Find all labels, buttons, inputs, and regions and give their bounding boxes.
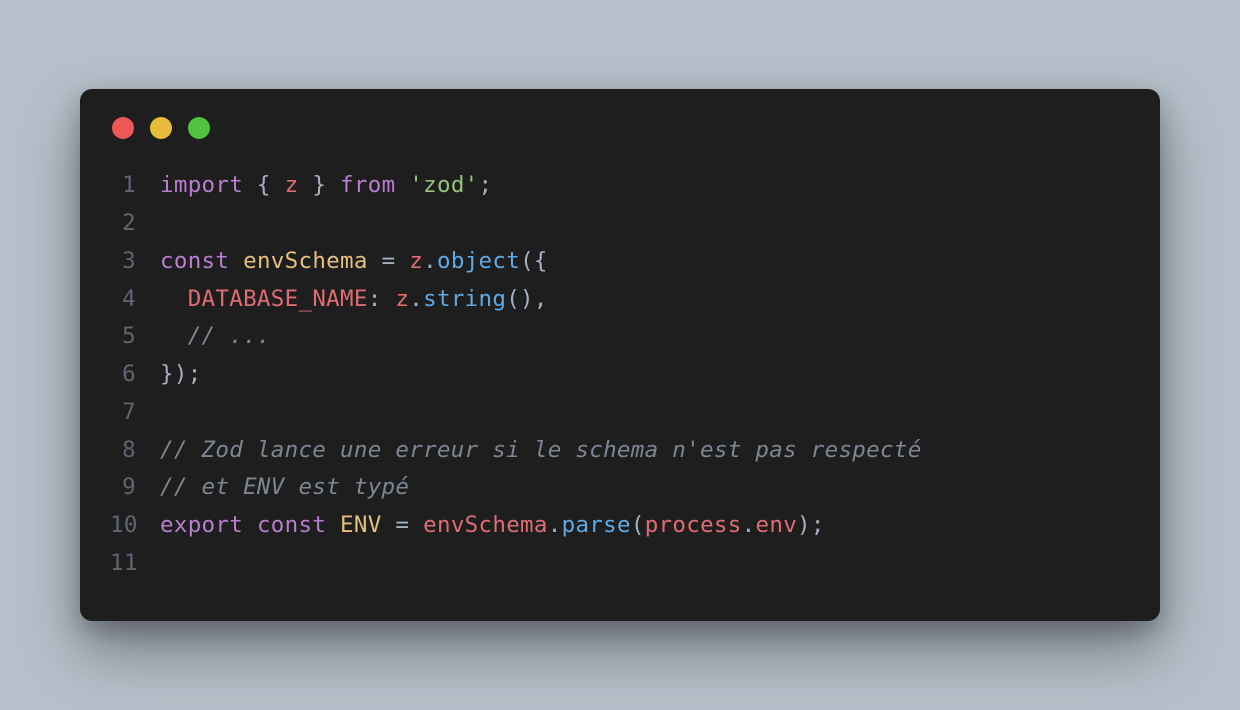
code-token: string [423,286,506,312]
code-content: // ... [160,318,271,356]
code-line: 11 [110,545,1130,583]
code-content: export const ENV = envSchema.parse(proce… [160,507,825,545]
code-token: process [645,512,742,538]
code-token: z [395,286,409,312]
code-token: parse [562,512,631,538]
code-token: z [409,248,423,274]
code-token [395,172,409,198]
code-editor-window: 1import { z } from 'zod';23const envSche… [80,89,1160,621]
code-token: . [409,286,423,312]
code-token: . [742,512,756,538]
line-number: 9 [110,469,160,507]
code-token: ( [631,512,645,538]
code-token: = [368,248,410,274]
code-token: . [423,248,437,274]
code-token: env [756,512,798,538]
code-line: 9// et ENV est typé [110,469,1130,507]
line-number: 4 [110,281,160,319]
code-content: DATABASE_NAME: z.string(), [160,281,548,319]
line-number: 3 [110,243,160,281]
code-token: const [160,248,229,274]
close-icon[interactable] [112,117,134,139]
code-token: z [285,172,299,198]
code-token: . [548,512,562,538]
line-number: 6 [110,356,160,394]
code-line: 2 [110,205,1130,243]
line-number: 5 [110,318,160,356]
line-number: 11 [110,545,160,583]
code-token: // et ENV est typé [160,474,409,500]
code-token: ); [797,512,825,538]
code-line: 8// Zod lance une erreur si le schema n'… [110,432,1130,470]
code-line: 5 // ... [110,318,1130,356]
minimize-icon[interactable] [150,117,172,139]
code-token: ; [479,172,493,198]
code-token: } [298,172,340,198]
code-content: import { z } from 'zod'; [160,167,492,205]
code-token: envSchema [423,512,548,538]
code-content: // Zod lance une erreur si le schema n'e… [160,432,922,470]
code-area[interactable]: 1import { z } from 'zod';23const envSche… [110,167,1130,583]
code-token: ({ [520,248,548,274]
code-token: envSchema [243,248,368,274]
code-token: 'zod' [409,172,478,198]
code-token: const [257,512,326,538]
line-number: 1 [110,167,160,205]
code-content: }); [160,356,202,394]
window-traffic-lights [110,117,1130,139]
code-line: 7 [110,394,1130,432]
code-token: : [368,286,396,312]
code-token: ENV [340,512,382,538]
line-number: 7 [110,394,160,432]
code-token: { [243,172,285,198]
code-token: // Zod lance une erreur si le schema n'e… [160,437,922,463]
code-token [243,512,257,538]
code-token: import [160,172,243,198]
line-number: 2 [110,205,160,243]
code-token: DATABASE_NAME [188,286,368,312]
code-token: from [340,172,395,198]
code-token [160,323,188,349]
code-token: // ... [188,323,271,349]
code-line: 1import { z } from 'zod'; [110,167,1130,205]
code-token: export [160,512,243,538]
code-token [229,248,243,274]
code-token: (), [506,286,548,312]
line-number: 10 [110,507,160,545]
maximize-icon[interactable] [188,117,210,139]
code-token: }); [160,361,202,387]
code-content: // et ENV est typé [160,469,409,507]
code-line: 4 DATABASE_NAME: z.string(), [110,281,1130,319]
code-token [160,286,188,312]
code-token: object [437,248,520,274]
code-line: 10export const ENV = envSchema.parse(pro… [110,507,1130,545]
line-number: 8 [110,432,160,470]
code-line: 6}); [110,356,1130,394]
code-token [326,512,340,538]
code-line: 3const envSchema = z.object({ [110,243,1130,281]
code-content: const envSchema = z.object({ [160,243,548,281]
code-token: = [382,512,424,538]
